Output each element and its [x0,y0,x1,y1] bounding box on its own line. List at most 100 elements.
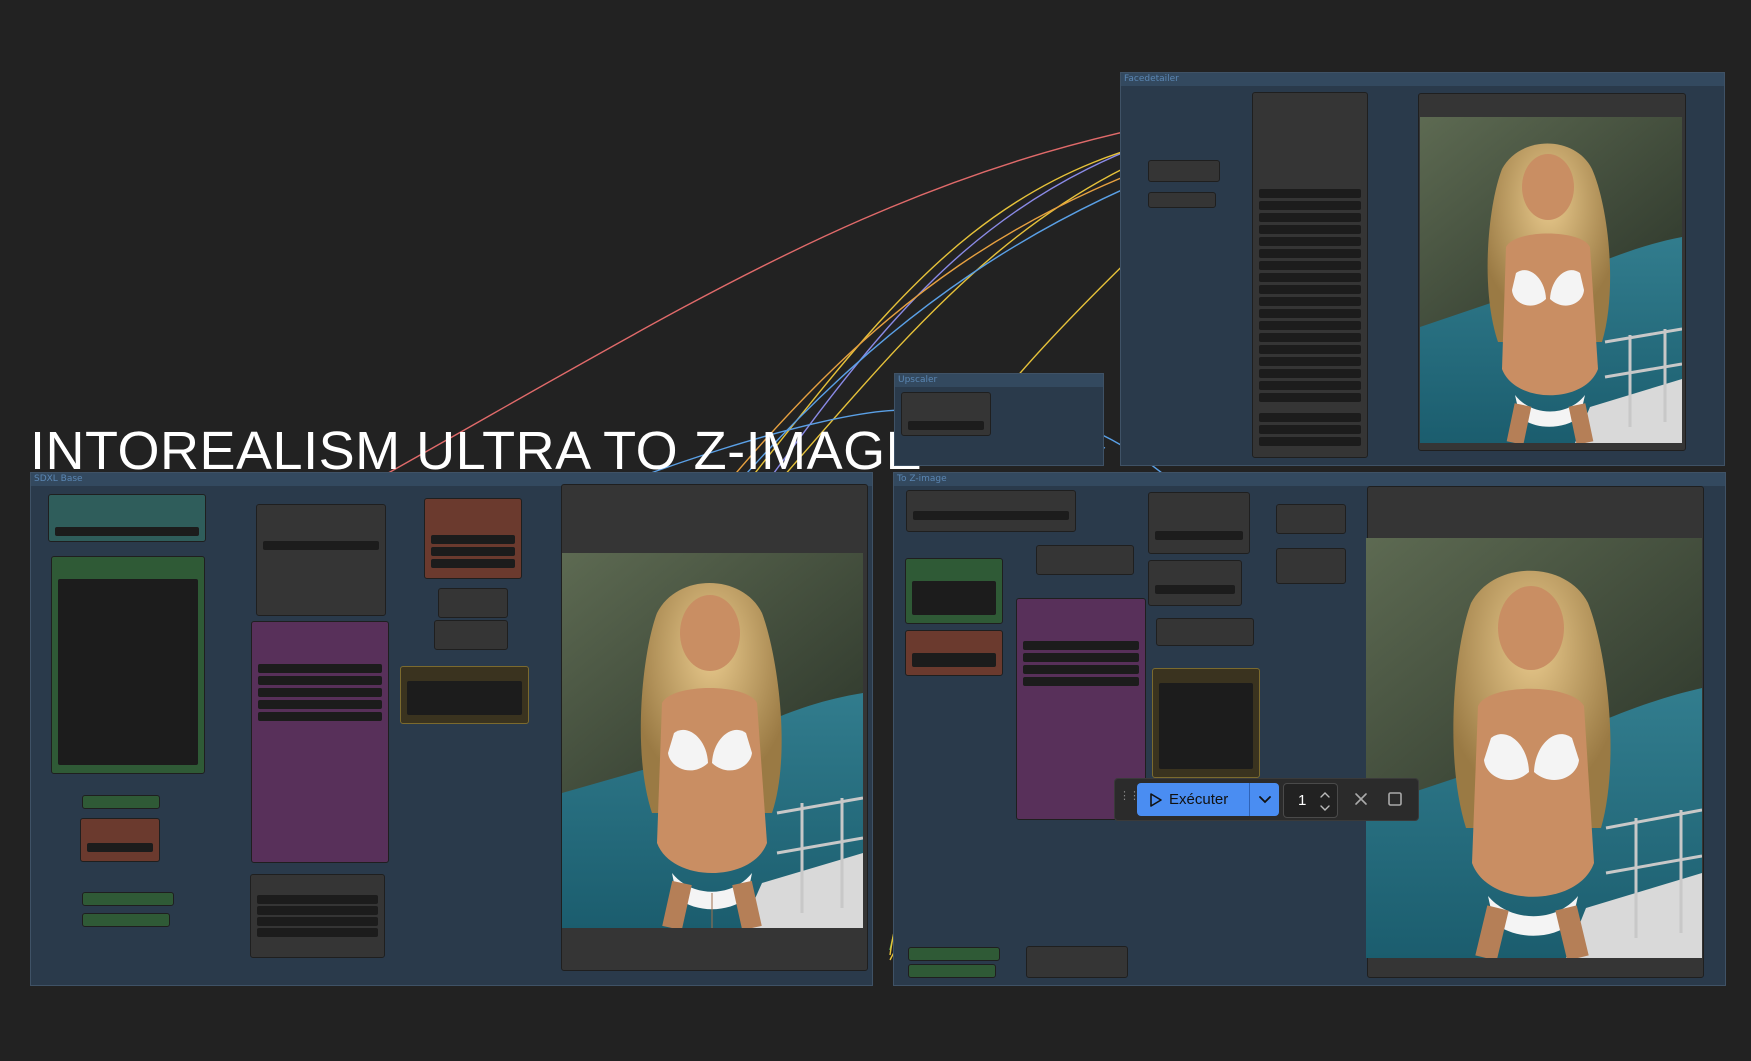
node-widget[interactable] [258,688,382,697]
text-area[interactable] [912,653,996,667]
run-button-group: Exécuter [1137,783,1279,816]
node-widget[interactable] [1155,531,1243,540]
node-widget[interactable] [1259,237,1361,246]
upscale-latent-node[interactable] [434,620,508,650]
node-widget[interactable] [257,917,378,926]
node-widget[interactable] [258,676,382,685]
node-widget[interactable] [258,700,382,709]
negative-prompt-node[interactable] [905,630,1003,676]
batch-count-value: 1 [1298,792,1307,809]
node-widget[interactable] [1023,677,1139,686]
note-node[interactable] [400,666,529,724]
node-widget[interactable] [1259,189,1361,198]
group-title-to-z-image: To Z-image [897,474,947,484]
node-widget[interactable] [1259,413,1361,422]
node-widget[interactable] [431,547,515,556]
node-widget[interactable] [1023,641,1139,650]
run-options-button[interactable] [1250,783,1279,816]
text-area[interactable] [58,579,198,765]
node-widget[interactable] [258,664,382,673]
node-widget[interactable] [1259,201,1361,210]
node-widget[interactable] [1259,297,1361,306]
node-widget[interactable] [1259,333,1361,342]
note-text[interactable] [407,681,522,715]
text-encode-node[interactable] [906,490,1076,532]
ksampler-node[interactable] [251,621,389,863]
small-green-node[interactable] [82,795,160,809]
seed-node[interactable] [1026,946,1128,978]
note-text[interactable] [1159,683,1253,769]
run-toolbar: ⋮⋮ Exécuter 1 [1114,778,1419,821]
small-green-node[interactable] [908,947,1000,961]
small-green-node[interactable] [908,964,996,978]
increment-icon[interactable] [1318,787,1332,801]
node-widget[interactable] [1259,309,1361,318]
preview-image [1420,117,1682,443]
node-widget[interactable] [431,559,515,568]
node-widget[interactable] [1259,381,1361,390]
node-widget[interactable] [257,928,378,937]
stop-icon[interactable] [1385,789,1405,809]
node-widget[interactable] [1259,425,1361,434]
lora-loader-node[interactable] [256,504,386,616]
node-widget[interactable] [55,527,199,536]
close-icon[interactable] [1351,789,1371,809]
drag-handle-icon[interactable]: ⋮⋮ [1119,790,1140,808]
upscale-model-loader-node[interactable] [901,392,991,436]
small-green-node[interactable] [82,892,174,906]
node-widget[interactable] [1259,213,1361,222]
positive-prompt-node[interactable] [905,558,1003,624]
vae-loader-node[interactable] [1148,560,1242,606]
model-loader-node[interactable] [1036,545,1134,575]
node-widget[interactable] [1259,249,1361,258]
preview-image [1366,538,1702,958]
facedetailer-node[interactable] [1252,92,1368,458]
sam-loader-node[interactable] [1148,192,1216,208]
node-widget[interactable] [263,541,379,550]
note-node[interactable] [1152,668,1260,778]
settings-node[interactable] [250,874,385,958]
node-widget[interactable] [1259,273,1361,282]
node-widget[interactable] [258,712,382,721]
play-icon [1149,792,1163,808]
chevron-down-icon [1258,795,1272,805]
model-sampling-node[interactable] [1276,548,1346,584]
text-area[interactable] [912,581,996,615]
node-widget[interactable] [257,906,378,915]
node-widget[interactable] [1023,665,1139,674]
node-widget[interactable] [1259,225,1361,234]
latent-node[interactable] [1156,618,1254,646]
node-widget[interactable] [1259,357,1361,366]
positive-prompt-node[interactable] [51,556,205,774]
node-widget[interactable] [431,535,515,544]
group-header[interactable] [1121,73,1724,86]
vae-decode-node[interactable] [1276,504,1346,534]
node-widget[interactable] [87,843,153,852]
node-widget[interactable] [1259,369,1361,378]
preview-image [562,553,863,928]
vae-decode-node[interactable] [438,588,508,618]
node-widget[interactable] [913,511,1069,520]
batch-count-input[interactable]: 1 [1283,783,1338,818]
node-widget[interactable] [1259,261,1361,270]
group-header[interactable] [894,473,1725,486]
node-widget[interactable] [1023,653,1139,662]
node-widget[interactable] [1155,585,1235,594]
empty-latent-node[interactable] [424,498,522,579]
checkpoint-loader-node[interactable] [48,494,206,542]
node-widget[interactable] [1259,321,1361,330]
decrement-icon[interactable] [1318,801,1332,815]
node-widget[interactable] [908,421,984,430]
node-widget[interactable] [1259,393,1361,402]
small-green-node[interactable] [82,913,170,927]
node-widget[interactable] [1259,437,1361,446]
node-widget[interactable] [1259,345,1361,354]
small-red-node[interactable] [80,818,160,862]
group-title-sdxl-base: SDXL Base [34,474,83,484]
run-button-label: Exécuter [1169,791,1229,808]
clip-loader-node[interactable] [1148,492,1250,554]
run-button[interactable]: Exécuter [1137,783,1249,816]
detector-loader-node[interactable] [1148,160,1220,182]
node-widget[interactable] [257,895,378,904]
node-widget[interactable] [1259,285,1361,294]
